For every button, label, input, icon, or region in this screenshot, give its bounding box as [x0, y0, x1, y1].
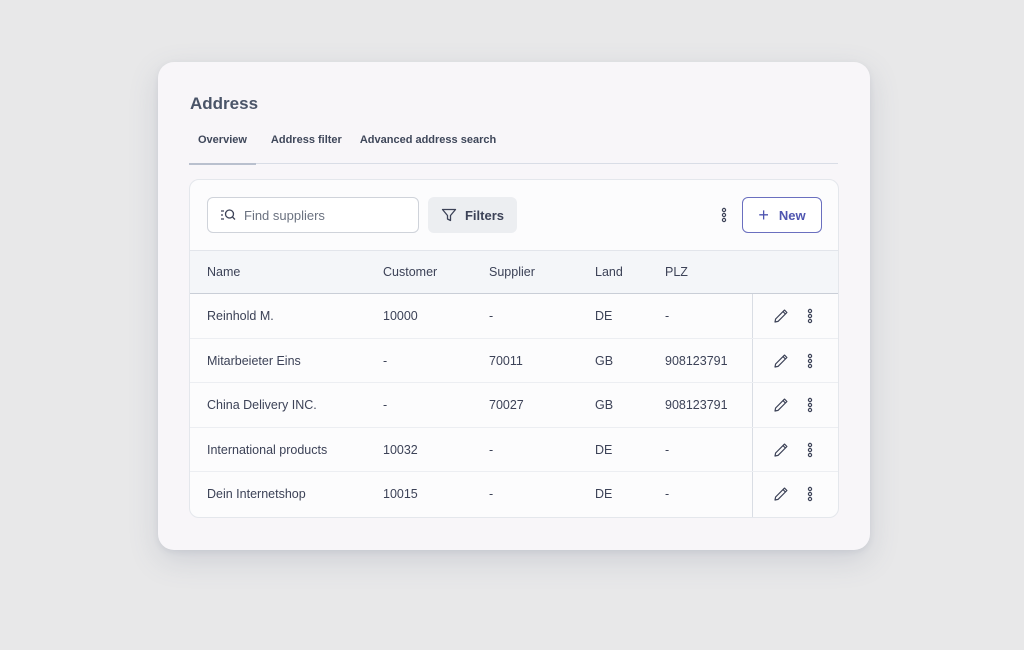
cell-plz: 908123791 [665, 398, 728, 413]
tab-advanced-address-search[interactable]: Advanced address search [351, 128, 505, 164]
new-label: New [778, 207, 806, 223]
toolbar-more-button[interactable] [714, 205, 734, 225]
pencil-icon [774, 487, 788, 501]
cell-land: DE [595, 487, 613, 502]
column-header-plz[interactable]: PLZ [665, 251, 688, 294]
row-actions [752, 427, 838, 472]
cell-customer: 10015 [383, 487, 418, 502]
table-row[interactable]: International products 10032 - DE - [190, 427, 838, 473]
cell-supplier: - [489, 442, 494, 457]
plus-icon: + [758, 205, 769, 225]
vertical-dots-icon [807, 353, 813, 368]
row-actions [752, 383, 838, 427]
row-more-button[interactable] [801, 396, 819, 414]
cell-plz: 908123791 [665, 353, 728, 368]
suppliers-card: Filters + New Name Customer Supplier Lan… [189, 179, 839, 518]
cell-land: DE [595, 309, 613, 323]
table-header: Name Customer Supplier Land PLZ [190, 250, 838, 294]
pencil-icon [774, 354, 788, 368]
cell-customer: 10000 [383, 309, 418, 323]
pencil-icon [774, 443, 788, 457]
pencil-icon [774, 309, 788, 323]
cell-customer: - [383, 353, 388, 368]
cell-supplier: - [489, 309, 494, 323]
edit-button[interactable] [772, 485, 790, 503]
new-button[interactable]: + New [742, 197, 822, 233]
edit-button[interactable] [772, 441, 790, 459]
cell-land: GB [595, 398, 614, 413]
table-row[interactable]: China Delivery INC. - 70027 GB 908123791 [190, 383, 838, 428]
row-more-button[interactable] [801, 485, 819, 503]
table-row[interactable]: Mitarbeieter Eins - 70011 GB 908123791 [190, 338, 838, 384]
cell-plz: - [665, 309, 670, 323]
column-header-customer[interactable]: Customer [383, 251, 437, 294]
cell-land: DE [595, 442, 613, 457]
vertical-dots-icon [721, 207, 727, 223]
tab-bar: Overview Address filter Advanced address… [189, 128, 838, 165]
search-list-icon [221, 209, 236, 220]
address-window: Address Overview Address filter Advanced… [158, 62, 870, 550]
search-box[interactable] [207, 197, 419, 233]
column-header-name[interactable]: Name [207, 251, 240, 294]
row-more-button[interactable] [801, 441, 819, 459]
cell-name: International products [207, 442, 328, 457]
edit-button[interactable] [772, 352, 790, 370]
row-more-button[interactable] [801, 352, 819, 370]
column-header-supplier[interactable]: Supplier [489, 251, 535, 294]
cell-name: China Delivery INC. [207, 398, 317, 413]
vertical-dots-icon [807, 487, 813, 502]
vertical-dots-icon [807, 308, 813, 324]
pencil-icon [774, 398, 788, 412]
search-input[interactable] [244, 207, 404, 223]
row-actions [752, 294, 838, 338]
edit-button[interactable] [772, 396, 790, 414]
row-more-button[interactable] [801, 307, 819, 325]
vertical-dots-icon [807, 397, 813, 413]
table-row[interactable]: Dein Internetshop 10015 - DE - [190, 472, 838, 517]
tab-overview[interactable]: Overview [189, 128, 256, 165]
table-row[interactable]: Reinhold M. 10000 - DE - [190, 294, 838, 339]
funnel-icon [441, 208, 457, 222]
cell-name: Dein Internetshop [207, 487, 306, 502]
cell-customer: 10032 [383, 442, 418, 457]
row-actions [752, 472, 838, 517]
cell-plz: - [665, 487, 670, 502]
cell-name: Reinhold M. [207, 309, 274, 323]
column-header-land[interactable]: Land [595, 251, 623, 294]
cell-supplier: 70027 [489, 398, 524, 413]
filters-button[interactable]: Filters [428, 197, 517, 233]
cell-customer: - [383, 398, 388, 413]
cell-name: Mitarbeieter Eins [207, 353, 301, 368]
cell-supplier: - [489, 487, 494, 502]
cell-land: GB [595, 353, 614, 368]
edit-button[interactable] [772, 307, 790, 325]
toolbar: Filters + New [190, 180, 838, 250]
table-body: Reinhold M. 10000 - DE - Mitarbeieter Ei… [190, 294, 838, 517]
cell-supplier: 70011 [489, 353, 523, 368]
page-title: Address [190, 94, 259, 113]
vertical-dots-icon [807, 442, 813, 457]
filters-label: Filters [464, 207, 504, 223]
cell-plz: - [665, 442, 670, 457]
row-actions [752, 338, 838, 383]
tab-address-filter[interactable]: Address filter [262, 128, 351, 164]
